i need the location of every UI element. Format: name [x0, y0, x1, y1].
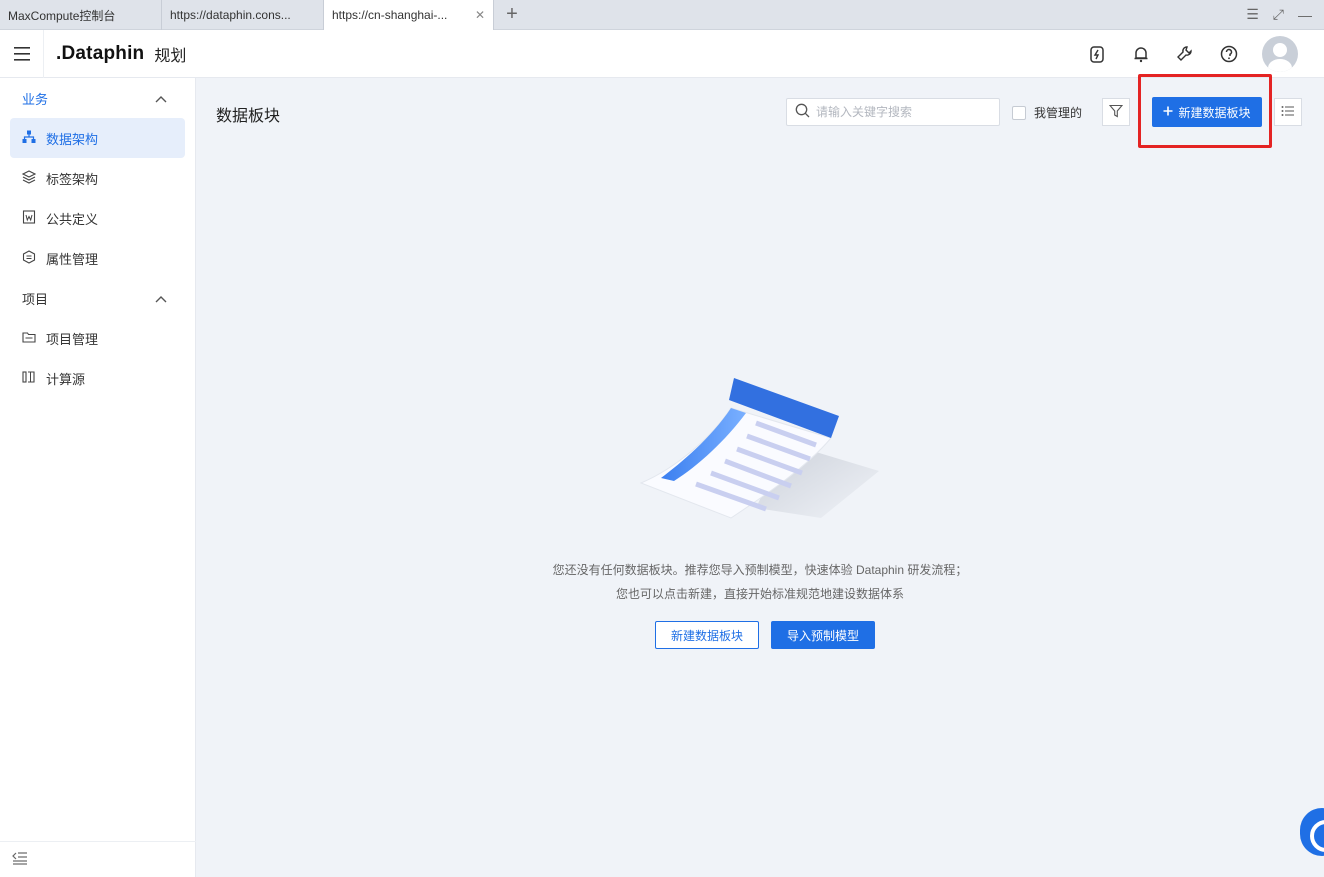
user-avatar[interactable]: [1262, 35, 1298, 72]
sidebar-item-label: 属性管理: [46, 251, 99, 267]
hamburger-menu-icon[interactable]: [0, 29, 44, 78]
help-assistant-icon[interactable]: [1300, 808, 1324, 856]
sidebar: 业务 数据架构 标签架构 公共定义 属性管理 项目 项目管理 计算源: [0, 78, 196, 877]
sidebar-item-label: 项目管理: [46, 331, 99, 347]
browser-tab-cn-shanghai[interactable]: https://cn-shanghai-... ✕: [324, 0, 494, 30]
managed-by-me-checkbox[interactable]: [1012, 105, 1026, 120]
tab-label: https://dataphin.cons...: [170, 8, 291, 22]
browser-tab-maxcompute[interactable]: MaxCompute控制台: [0, 0, 162, 30]
list-icon: [1281, 105, 1295, 120]
main-content: 数据板块 我管理的 新建数据板块: [196, 74, 1324, 877]
expand-icon[interactable]: ⤢: [1273, 6, 1284, 23]
chevron-up-icon[interactable]: [155, 91, 167, 106]
section-label: 项目: [22, 291, 49, 307]
compute-source-icon: [22, 370, 36, 387]
chevron-up-icon[interactable]: [155, 291, 167, 306]
browser-tab-dataphin[interactable]: https://dataphin.cons...: [162, 0, 324, 30]
attribute-icon: [22, 249, 36, 267]
window-controls: ☰ ⤢ —: [1246, 0, 1324, 29]
managed-by-me-label: 我管理的: [1034, 106, 1083, 120]
help-icon[interactable]: [1218, 43, 1240, 65]
tab-label: https://cn-shanghai-...: [332, 8, 448, 22]
logo-text: Dataphin: [61, 42, 145, 64]
sidebar-section-project[interactable]: 项目: [0, 278, 195, 318]
search-icon: [795, 103, 810, 121]
search-input[interactable]: [816, 105, 986, 119]
close-tab-icon[interactable]: ✕: [475, 8, 485, 22]
new-data-block-label: 新建数据板块: [1178, 105, 1251, 120]
sidebar-item-attribute-management[interactable]: 属性管理: [10, 238, 185, 278]
minimize-icon[interactable]: —: [1298, 7, 1312, 23]
search-box[interactable]: [786, 98, 1000, 126]
empty-state-hint: 您也可以点击新建，直接开始标准规范地建设数据体系: [615, 587, 904, 601]
folder-icon: [22, 330, 36, 347]
wrench-icon[interactable]: [1174, 43, 1196, 65]
import-preset-model-button[interactable]: 导入预制模型: [771, 621, 875, 649]
sidebar-item-tag-architecture[interactable]: 标签架构: [10, 158, 185, 198]
filter-icon: [1108, 104, 1124, 121]
collapse-sidebar-button[interactable]: [0, 841, 196, 877]
managed-by-me-filter[interactable]: 我管理的: [1012, 104, 1082, 121]
menu-icon[interactable]: ☰: [1246, 6, 1259, 23]
sidebar-item-data-architecture[interactable]: 数据架构: [10, 118, 185, 158]
module-title: 规划: [154, 47, 187, 65]
browser-tab-bar: MaxCompute控制台 https://dataphin.cons... h…: [0, 0, 1324, 30]
new-data-block-button[interactable]: 新建数据板块: [1152, 97, 1262, 127]
app-header: .Dataphin 规划: [0, 29, 1324, 78]
bell-icon[interactable]: [1130, 43, 1152, 65]
sidebar-item-project-management[interactable]: 项目管理: [10, 318, 185, 358]
sidebar-item-public-definition[interactable]: 公共定义: [10, 198, 185, 238]
sidebar-item-label: 计算源: [46, 371, 86, 387]
list-view-button[interactable]: [1274, 98, 1302, 126]
tab-label: MaxCompute控制台: [8, 8, 116, 23]
dataphin-logo[interactable]: .Dataphin: [56, 43, 144, 65]
sidebar-item-label: 标签架构: [46, 171, 99, 187]
sidebar-item-label: 公共定义: [46, 211, 99, 227]
document-w-icon: [22, 209, 36, 227]
new-data-block-empty-button[interactable]: 新建数据板块: [655, 621, 759, 649]
sidebar-item-compute-source[interactable]: 计算源: [10, 358, 185, 398]
plus-icon: [1163, 105, 1173, 119]
sidebar-section-business[interactable]: 业务: [0, 78, 195, 118]
layers-icon: [21, 169, 37, 187]
collapse-menu-icon: [12, 851, 28, 868]
filter-button[interactable]: [1102, 98, 1130, 126]
hierarchy-icon: [22, 130, 36, 147]
sidebar-item-label: 数据架构: [46, 131, 99, 147]
power-icon[interactable]: [1086, 43, 1108, 65]
section-label: 业务: [22, 91, 49, 107]
page-title: 数据板块: [216, 108, 281, 125]
empty-state-message: 您还没有任何数据板块。推荐您导入预制模型，快速体验 Dataphin 研发流程；: [552, 563, 968, 577]
empty-state-illustration: [636, 368, 886, 528]
new-tab-button[interactable]: +: [494, 0, 530, 29]
